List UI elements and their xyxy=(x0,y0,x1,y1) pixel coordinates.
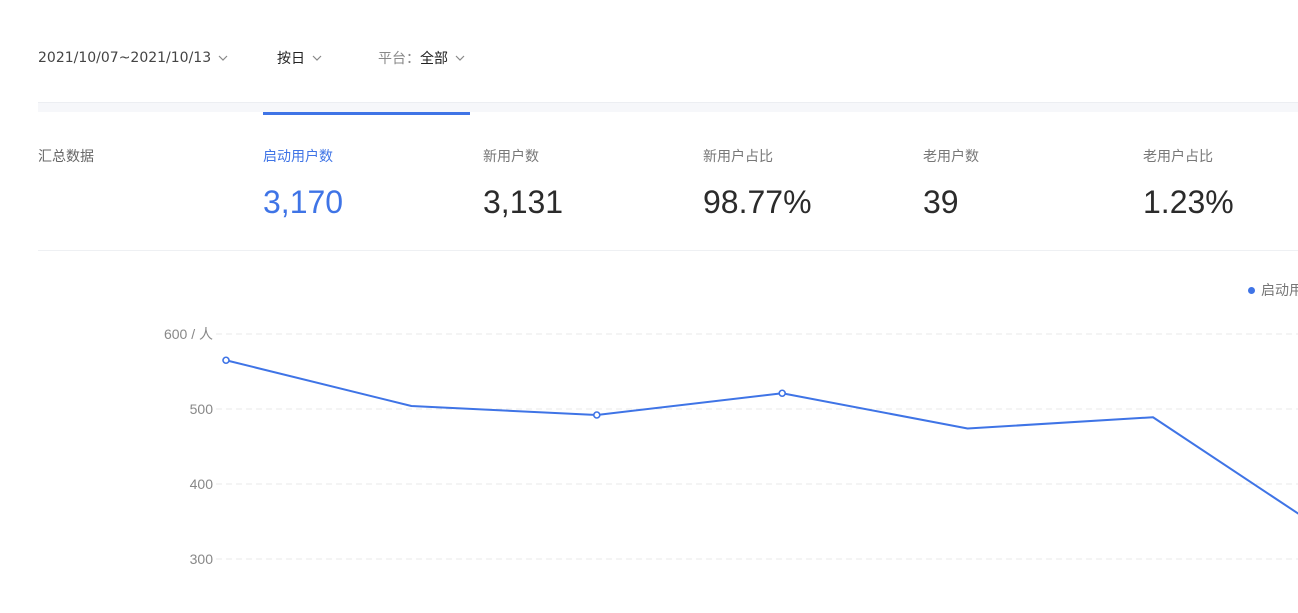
date-range-text: 2021/10/07~2021/10/13 xyxy=(38,50,212,66)
metric-label: 老用户数 xyxy=(923,149,979,165)
granularity-select[interactable]: 按日 xyxy=(277,48,323,68)
trend-chart: 启动用户数 300400500600 / 人 xyxy=(0,251,1298,613)
line-chart: 300 400 500 600 / 人 xyxy=(164,326,1298,567)
metric-new-users[interactable]: 新用户数 3,131 xyxy=(483,146,563,221)
summary-panel: 汇总数据 启动用户数 3,170 新用户数 3,131 新用户占比 98.77%… xyxy=(0,115,1298,251)
series-line xyxy=(225,359,1298,515)
metric-label: 启动用户数 xyxy=(263,149,333,165)
data-point xyxy=(592,411,601,419)
granularity-text: 按日 xyxy=(277,51,305,67)
metric-value: 1.23% xyxy=(1143,184,1234,220)
metric-label: 新用户占比 xyxy=(703,149,773,165)
section-separator xyxy=(38,102,1298,112)
data-point xyxy=(778,389,787,398)
metric-label: 老用户占比 xyxy=(1143,149,1213,165)
platform-value: 全部 xyxy=(420,51,448,67)
platform-select[interactable]: 平台： 全部 xyxy=(378,48,466,68)
metric-launch-users[interactable]: 启动用户数 3,170 xyxy=(263,146,343,221)
chevron-down-icon xyxy=(311,52,323,64)
date-range-picker[interactable]: 2021/10/07~2021/10/13 xyxy=(38,48,229,68)
y-tick-label: 500 xyxy=(190,401,214,417)
metric-value: 98.77% xyxy=(703,184,812,220)
data-point xyxy=(222,356,230,365)
y-tick-label: 300 xyxy=(190,551,214,567)
metric-label: 新用户数 xyxy=(483,149,539,165)
y-tick-label: 400 xyxy=(190,476,214,492)
metric-value: 39 xyxy=(923,184,959,220)
metric-value: 3,131 xyxy=(483,184,564,220)
metric-value: 3,170 xyxy=(263,184,344,220)
summary-title: 汇总数据 xyxy=(38,149,94,165)
metric-old-user-ratio[interactable]: 老用户占比 1.23% xyxy=(1143,146,1234,221)
y-tick-label: 600 / 人 xyxy=(164,326,213,342)
metric-new-user-ratio[interactable]: 新用户占比 98.77% xyxy=(703,146,812,221)
metric-old-users[interactable]: 老用户数 39 xyxy=(923,146,979,221)
chevron-down-icon xyxy=(217,52,229,64)
platform-label: 平台： xyxy=(378,51,420,67)
chevron-down-icon xyxy=(454,52,466,64)
filter-bar: 2021/10/07~2021/10/13 按日 平台： 全部 xyxy=(0,0,1298,102)
